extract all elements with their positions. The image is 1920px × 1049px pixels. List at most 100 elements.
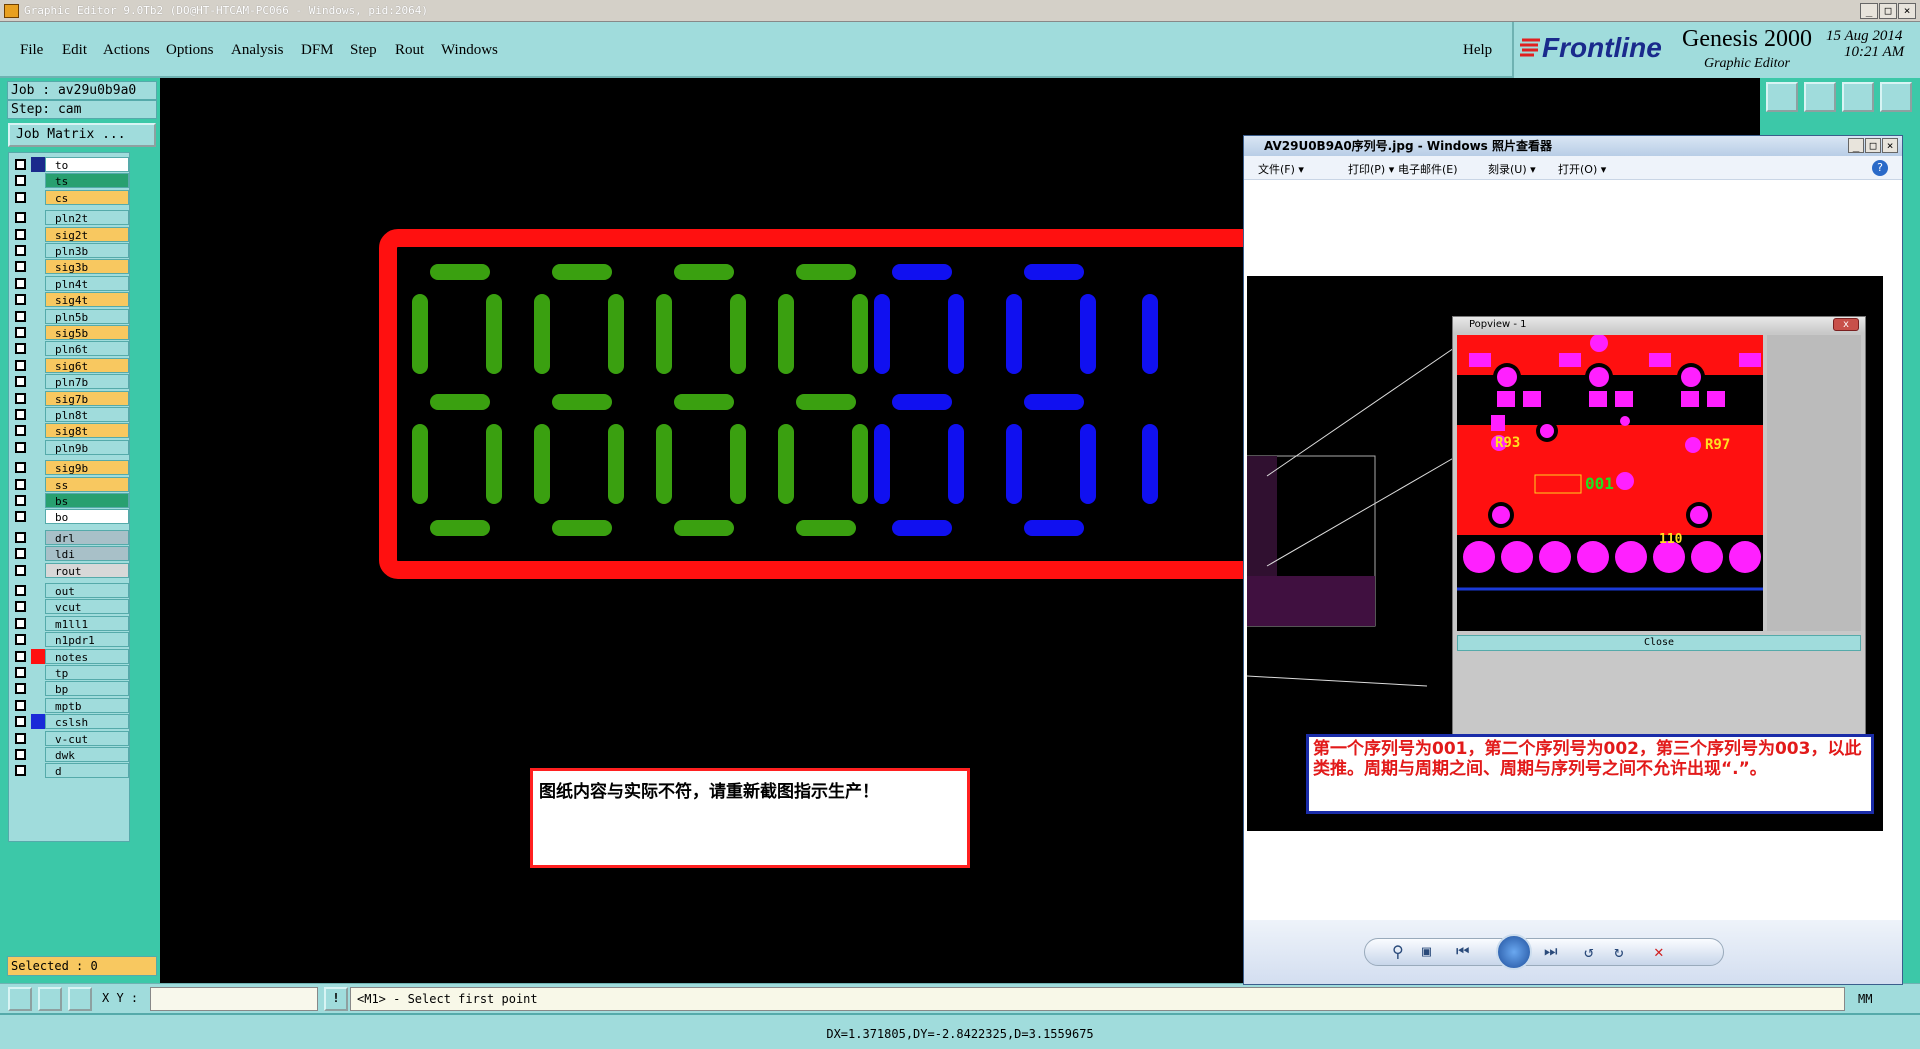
layer-name[interactable]: dwk <box>45 747 129 762</box>
layer-row-pln3b[interactable]: pln3b <box>9 243 131 259</box>
layer-checkbox[interactable] <box>15 277 26 289</box>
minimize-button[interactable]: _ <box>1860 3 1878 19</box>
viewer-maximize-button[interactable]: □ <box>1865 138 1881 153</box>
layer-name[interactable]: m1ll1 <box>45 615 129 631</box>
layer-color-swatch[interactable] <box>31 615 45 631</box>
menu-help[interactable]: Help <box>1463 42 1492 59</box>
previous-icon[interactable]: ⏮ <box>1456 942 1470 960</box>
layer-row-to[interactable]: to <box>9 157 131 173</box>
layer-name[interactable]: pln8t <box>45 407 129 422</box>
layer-checkbox[interactable] <box>15 732 26 744</box>
layer-row-pln4t[interactable]: pln4t <box>9 275 131 292</box>
rotate-left-icon[interactable]: ↺ <box>1584 942 1594 961</box>
layer-row-v-cut[interactable]: v-cut <box>9 730 131 747</box>
layer-checkbox[interactable] <box>15 716 26 728</box>
layer-row-pln9b[interactable]: pln9b <box>9 439 131 456</box>
zoom-icon[interactable] <box>8 987 32 1011</box>
layer-color-swatch[interactable] <box>31 714 45 730</box>
layer-row-pln5b[interactable]: pln5b <box>9 308 131 325</box>
layer-checkbox[interactable] <box>15 425 26 437</box>
layer-color-swatch[interactable] <box>31 562 45 578</box>
layer-name[interactable]: vcut <box>45 599 129 615</box>
layer-checkbox[interactable] <box>15 261 26 273</box>
layer-checkbox[interactable] <box>15 376 26 388</box>
layer-color-swatch[interactable] <box>31 189 45 205</box>
layer-row-cs[interactable]: cs <box>9 189 131 206</box>
layer-row-vcut[interactable]: vcut <box>9 599 131 615</box>
menu-analysis[interactable]: Analysis <box>231 42 284 59</box>
layer-color-swatch[interactable] <box>31 226 45 242</box>
layer-name[interactable]: pln3b <box>45 243 129 258</box>
rotate-right-icon[interactable]: ↻ <box>1614 942 1624 961</box>
menu-rout[interactable]: Rout <box>395 42 424 59</box>
layer-row-mptb[interactable]: mptb <box>9 697 131 714</box>
layer-color-swatch[interactable] <box>31 509 45 525</box>
layer-row-sig2t[interactable]: sig2t <box>9 226 131 243</box>
snap-grid-icon[interactable] <box>68 987 92 1011</box>
layer-checkbox[interactable] <box>15 310 26 322</box>
layer-name[interactable]: bp <box>45 681 129 697</box>
slideshow-icon[interactable] <box>1496 934 1532 970</box>
delete-icon[interactable]: ✕ <box>1654 942 1664 961</box>
layer-checkbox[interactable] <box>15 548 26 560</box>
layer-color-swatch[interactable] <box>31 648 45 664</box>
layer-checkbox[interactable] <box>15 245 26 256</box>
layer-checkbox[interactable] <box>15 650 26 662</box>
layer-row-pln7b[interactable]: pln7b <box>9 374 131 390</box>
layer-name[interactable]: sig6t <box>45 357 129 373</box>
layer-row-cslsh[interactable]: cslsh <box>9 714 131 730</box>
layer-checkbox[interactable] <box>15 409 26 420</box>
layer-name[interactable]: drl <box>45 529 129 545</box>
layer-name[interactable]: ts <box>45 173 129 189</box>
layer-color-swatch[interactable] <box>31 665 45 680</box>
layer-name[interactable]: sig4t <box>45 292 129 308</box>
layer-color-swatch[interactable] <box>31 681 45 697</box>
layer-name[interactable]: ldi <box>45 546 129 562</box>
layer-color-swatch[interactable] <box>31 407 45 422</box>
layer-checkbox[interactable] <box>15 462 26 474</box>
layer-name[interactable]: cslsh <box>45 714 129 730</box>
layer-row-pln8t[interactable]: pln8t <box>9 407 131 423</box>
layer-row-d[interactable]: d <box>9 763 131 779</box>
job-matrix-button[interactable]: Job Matrix ... <box>8 123 156 147</box>
layer-row-rout[interactable]: rout <box>9 562 131 579</box>
layer-row-dwk[interactable]: dwk <box>9 747 131 763</box>
layer-row-ts[interactable]: ts <box>9 173 131 189</box>
layer-row-notes[interactable]: notes <box>9 648 131 665</box>
layer-checkbox[interactable] <box>15 392 26 404</box>
layer-color-swatch[interactable] <box>31 390 45 406</box>
layer-row-bs[interactable]: bs <box>9 493 131 509</box>
viewer-minimize-button[interactable]: _ <box>1848 138 1864 153</box>
layer-color-swatch[interactable] <box>31 529 45 545</box>
layer-checkbox[interactable] <box>15 212 26 224</box>
layer-row-sig9b[interactable]: sig9b <box>9 460 131 476</box>
alert-icon[interactable]: ! <box>324 987 348 1011</box>
layer-name[interactable]: d <box>45 763 129 779</box>
layer-row-tp[interactable]: tp <box>9 665 131 681</box>
maximize-button[interactable]: □ <box>1879 3 1897 19</box>
layer-color-swatch[interactable] <box>31 763 45 779</box>
layer-row-drl[interactable]: drl <box>9 529 131 546</box>
layer-row-out[interactable]: out <box>9 583 131 599</box>
grid-icon[interactable] <box>1880 82 1912 112</box>
layer-row-sig3b[interactable]: sig3b <box>9 259 131 275</box>
measure-icon[interactable] <box>38 987 62 1011</box>
xy-input[interactable] <box>150 987 318 1011</box>
layer-color-swatch[interactable] <box>31 439 45 455</box>
menu-edit[interactable]: Edit <box>62 42 87 59</box>
layer-row-sig6t[interactable]: sig6t <box>9 357 131 374</box>
menu-file[interactable]: File <box>20 42 43 59</box>
graphic-canvas[interactable]: 图纸内容与实际不符，请重新截图指示生产！ <box>160 78 1400 983</box>
viewer-close-button[interactable]: × <box>1882 138 1898 153</box>
layer-color-swatch[interactable] <box>31 157 45 172</box>
layer-name[interactable]: rout <box>45 562 129 578</box>
layer-name[interactable]: pln9b <box>45 439 129 455</box>
layer-checkbox[interactable] <box>15 765 26 777</box>
layer-color-swatch[interactable] <box>31 292 45 308</box>
fit-icon[interactable]: ▣ <box>1422 942 1431 960</box>
layer-row-ldi[interactable]: ldi <box>9 546 131 562</box>
layer-name[interactable]: bs <box>45 493 129 508</box>
layer-color-swatch[interactable] <box>31 210 45 226</box>
layer-row-n1pdr1[interactable]: n1pdr1 <box>9 632 131 648</box>
layer-color-swatch[interactable] <box>31 460 45 476</box>
